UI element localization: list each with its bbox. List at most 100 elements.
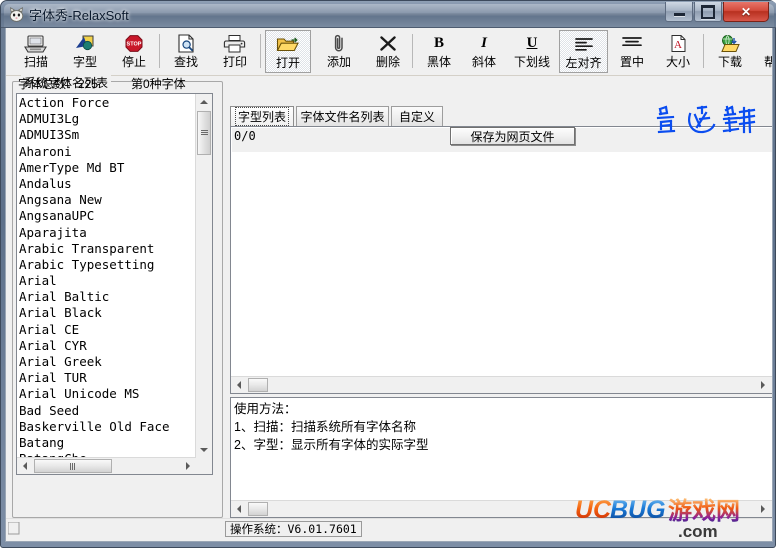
question-mark-icon: ? [763,33,773,55]
preview-horizontal-scrollbar[interactable] [231,376,772,393]
brand-logo [656,105,756,134]
scroll-right-button[interactable] [180,458,196,474]
preview-scroll-left-button[interactable] [231,377,247,393]
stop-button-label: 停止 [121,55,146,69]
application-window: 字体秀-RelaxSoft ✕ 扫描 字型 STOP 停止 查找 打印 打开 添… [0,0,776,548]
underline-button[interactable]: U 下划线 [506,30,558,73]
title-bar[interactable]: 字体秀-RelaxSoft ✕ [1,1,776,28]
download-button-label: 下载 [717,55,742,69]
preview-horizontal-scroll-thumb[interactable] [248,378,268,392]
chevron-right-icon [761,505,765,513]
font-list-item[interactable]: Arabic Typesetting [19,257,197,273]
font-total-count-label: 字体总数： [18,77,79,91]
help-button-label: 帮助 [764,56,772,69]
font-list-item[interactable]: AmerType Md BT [19,160,197,176]
typeface-button[interactable]: 字型 [63,30,107,73]
typeface-button-label: 字型 [72,55,97,69]
font-list-item[interactable]: Action Force [19,95,197,111]
font-list-item[interactable]: Aparajita [19,225,197,241]
add-button[interactable]: 添加 [317,30,361,73]
maximize-button[interactable] [694,2,722,22]
font-list-item[interactable]: Arabic Transparent [19,241,197,257]
svg-text:A: A [674,39,682,51]
font-list-item[interactable]: Arial Black [19,305,197,321]
tab-custom[interactable]: 自定义 [391,106,443,126]
tab-typeface-list[interactable]: 字型列表 [230,106,294,126]
font-list-item[interactable]: Baskerville Old Face [19,419,197,435]
scanner-icon [23,33,49,55]
scan-button[interactable]: 扫描 [14,30,58,73]
font-list-item[interactable]: Arial TUR [19,370,197,386]
font-list-item[interactable]: Arial Unicode MS [19,386,197,402]
tab-font-filename-list[interactable]: 字体文件名列表 [296,106,389,126]
instructions-box[interactable]: 使用方法： 1、扫描：扫描系统所有字体名称 2、字型：显示所有字体的实际字型 [230,397,772,518]
tab-typeface-list-label: 字型列表 [235,107,290,126]
underline-button-label: 下划线 [513,55,550,69]
find-button[interactable]: 查找 [164,30,208,73]
vertical-scroll-thumb[interactable] [197,111,211,155]
align-center-button[interactable]: 置中 [610,30,654,73]
instructions-horizontal-scroll-thumb[interactable] [248,502,268,516]
instructions-horizontal-scrollbar[interactable] [231,500,772,517]
instructions-scroll-left-button[interactable] [231,501,247,517]
font-list-item[interactable]: Arial [19,273,197,289]
tab-font-filename-list-label: 字体文件名列表 [300,110,385,124]
align-left-button-label: 左对齐 [565,56,602,70]
current-font-index-label: 第0种字体 [131,77,186,91]
chevron-right-icon [761,381,765,389]
font-list-item[interactable]: Angsana New [19,192,197,208]
font-list-item[interactable]: Arial CE [19,322,197,338]
palette-icon [72,33,98,55]
open-button[interactable]: 打开 [265,30,311,73]
italic-I-icon: I [481,35,487,51]
font-list-item[interactable]: Batang [19,435,197,451]
font-list-item[interactable]: Arial Baltic [19,289,197,305]
typeface-preview-box[interactable] [230,126,772,394]
open-button-label: 打开 [275,56,300,70]
help-button[interactable]: ? 帮助 [754,30,773,73]
font-list-horizontal-scrollbar[interactable] [17,457,196,474]
close-button[interactable]: ✕ [723,2,769,22]
align-left-button[interactable]: 左对齐 [559,30,608,73]
system-font-listbox[interactable]: Action Force ADMUI3Lg ADMUI3Sm Aharoni AmerT… [16,93,213,475]
font-total-count: 字体总数：225 [18,75,98,92]
font-list-vertical-scrollbar[interactable] [195,94,212,458]
italic-button[interactable]: I 斜体 [462,30,506,73]
instructions-scroll-right-button[interactable] [755,501,771,517]
grip-icon [70,462,76,470]
font-size-button[interactable]: A 大小 [656,30,700,73]
horizontal-scroll-thumb[interactable] [34,459,112,473]
paperclip-icon [326,33,352,55]
scroll-up-button[interactable] [196,94,212,110]
font-list-item[interactable]: Arial CYR [19,338,197,354]
print-button[interactable]: 打印 [213,30,257,73]
chevron-left-icon [237,381,241,389]
italic-button-label: 斜体 [471,55,496,69]
chevron-left-icon [237,505,241,513]
font-list-item[interactable]: ADMUI3Sm [19,127,197,143]
printer-icon [222,33,248,55]
delete-button[interactable]: 删除 [366,30,410,73]
scroll-left-button[interactable] [17,458,33,474]
font-list-item[interactable]: ADMUI3Lg [19,111,197,127]
chevron-up-icon [200,100,208,104]
typeface-preview-list[interactable] [232,152,772,377]
find-button-label: 查找 [173,55,198,69]
open-folder-icon [275,34,301,56]
save-as-html-button[interactable]: 保存为网页文件 [450,127,575,145]
add-button-label: 添加 [326,55,351,69]
minimize-button[interactable] [665,2,693,22]
download-button[interactable]: 下载 [708,30,752,73]
font-list-item[interactable]: Andalus [19,176,197,192]
font-list-item[interactable]: Aharoni [19,144,197,160]
delete-button-label: 删除 [375,55,400,69]
system-font-list[interactable]: Action Force ADMUI3Lg ADMUI3Sm Aharoni AmerT… [17,94,197,460]
preview-scroll-right-button[interactable] [755,377,771,393]
font-list-item[interactable]: Arial Greek [19,354,197,370]
stop-button[interactable]: STOP 停止 [112,30,156,73]
bold-button[interactable]: B 黑体 [417,30,461,73]
font-list-item[interactable]: AngsanaUPC [19,208,197,224]
font-list-item[interactable]: Bad Seed [19,403,197,419]
toolbar: 扫描 字型 STOP 停止 查找 打印 打开 添加 删除 B 黑体 I 斜体 U… [6,28,772,76]
scroll-down-button[interactable] [196,442,212,458]
